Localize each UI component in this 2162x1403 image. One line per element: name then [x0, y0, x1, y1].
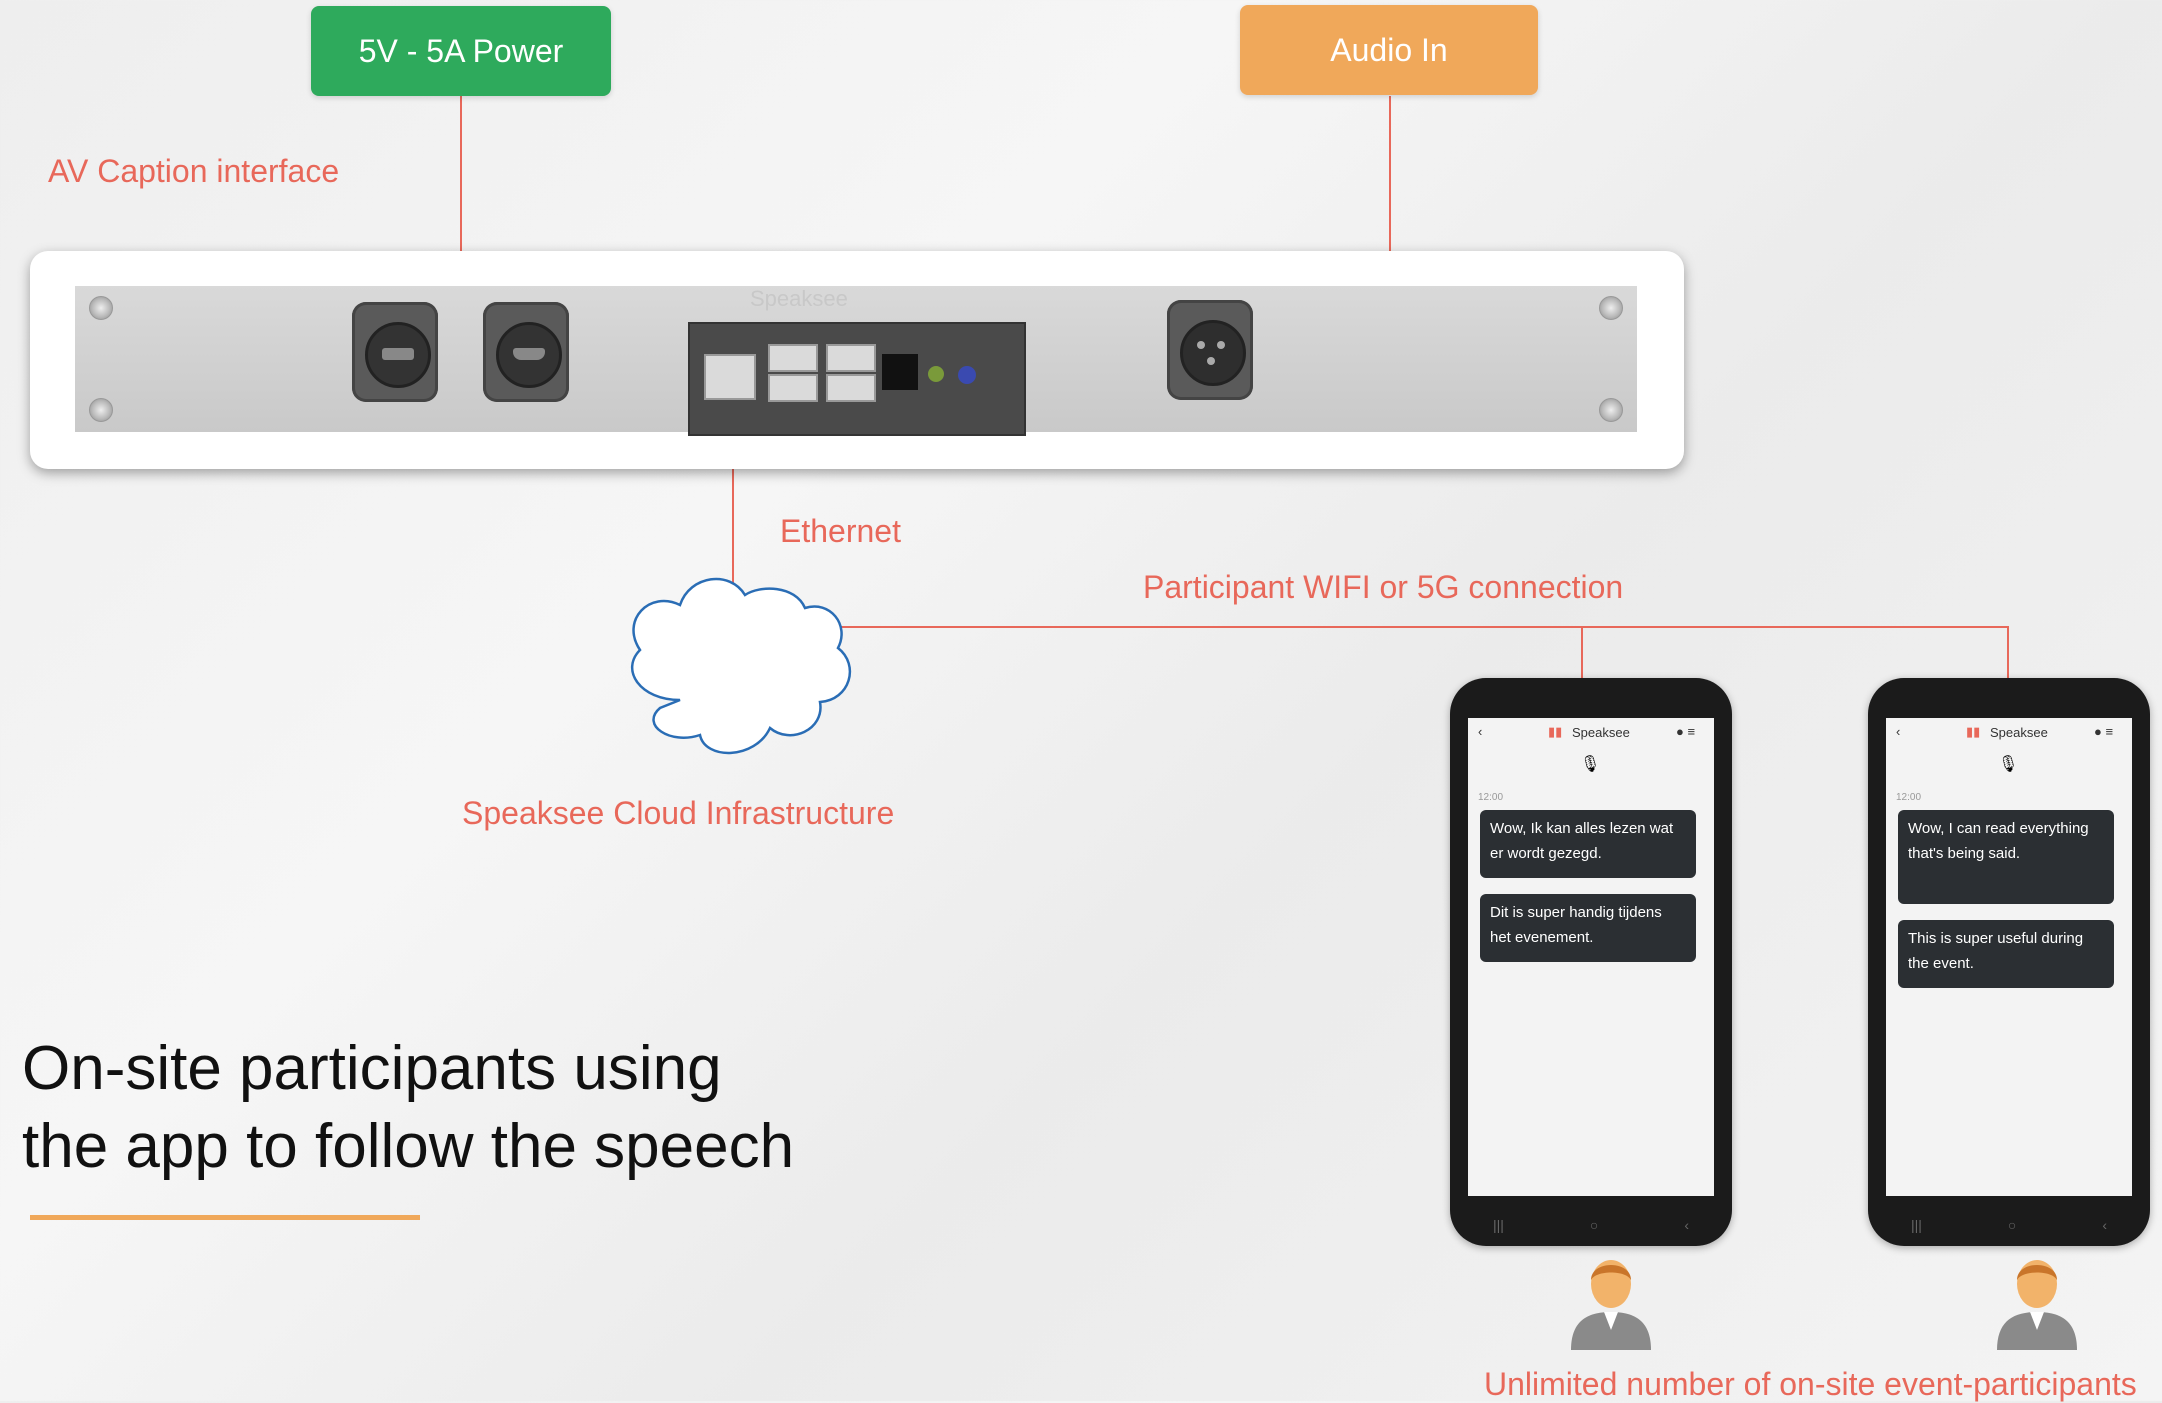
- back-icon: ‹: [1896, 724, 1901, 739]
- audio-in-label: Audio In: [1330, 31, 1448, 68]
- power-label: 5V - 5A Power: [358, 32, 564, 69]
- device-brand: Speaksee: [750, 286, 848, 311]
- computer-board: Speaksee: [688, 286, 1026, 436]
- power-box: 5V - 5A Power: [311, 6, 611, 96]
- usb-port-icon: [768, 374, 818, 402]
- microphone-icon: 🎙: [1580, 756, 1601, 773]
- wifi-label: Participant WIFI or 5G connection: [1143, 569, 1624, 605]
- caption-bubble: Wow, Ik kan alles lezen wat er wordt gez…: [1480, 810, 1696, 878]
- xlr-connector-icon: [1167, 300, 1253, 400]
- ethernet-label: Ethernet: [780, 513, 901, 549]
- app-brand: Speaksee: [1990, 725, 2048, 740]
- speaksee-logo-icon: ▮▮: [1548, 724, 1563, 739]
- led-icon: [928, 366, 944, 382]
- cloud-icon: [630, 577, 852, 755]
- caption-bubble: This is super useful during the event.: [1898, 920, 2114, 988]
- app-header: ‹ ▮▮ Speaksee ● ≡: [1468, 718, 1714, 748]
- hdmi-connector-icon: [483, 302, 569, 402]
- screw-icon: [89, 296, 113, 320]
- cloud-label: Speaksee Cloud Infrastructure: [462, 795, 895, 831]
- back-nav-icon: ‹: [1684, 1217, 1689, 1233]
- back-icon: ‹: [1478, 724, 1483, 739]
- app-brand: Speaksee: [1572, 725, 1630, 740]
- message-time: 12:00: [1896, 792, 1922, 803]
- recent-apps-icon: |||: [1910, 1217, 1922, 1233]
- person-icon: [1571, 1260, 1651, 1350]
- back-nav-icon: ‹: [2102, 1217, 2107, 1233]
- microphone-icon: 🎙: [1998, 756, 2019, 773]
- phone-dutch: ‹ ▮▮ Speaksee ● ≡ 🎙 12:00 Wow, Ik kan al…: [1450, 678, 1732, 1246]
- phone-screen: ‹ ▮▮ Speaksee ● ≡ 🎙 12:00 Wow, Ik kan al…: [1468, 718, 1714, 1196]
- message-time: 12:00: [1478, 792, 1504, 803]
- title-underline: [30, 1215, 420, 1220]
- recent-apps-icon: |||: [1492, 1217, 1504, 1233]
- usb-port-icon: [768, 344, 818, 372]
- home-icon: ○: [1589, 1217, 1599, 1233]
- speaksee-logo-icon: ▮▮: [1966, 724, 1981, 739]
- phone-nav-bar: ||| ○ ‹: [1450, 1210, 1732, 1240]
- screw-icon: [89, 398, 113, 422]
- participants-label: Unlimited number of on-site event-partic…: [1484, 1366, 2137, 1402]
- usb-port-icon: [826, 374, 876, 402]
- caption-bubble: Dit is super handig tijdens het evenemen…: [1480, 894, 1696, 962]
- usb-port-icon: [826, 344, 876, 372]
- person-icon: [1997, 1260, 2077, 1350]
- phone-english: ‹ ▮▮ Speaksee ● ≡ 🎙 12:00 Wow, I can rea…: [1868, 678, 2150, 1246]
- led-icon: [958, 366, 976, 384]
- caption-bubble: Wow, I can read everything that's being …: [1898, 810, 2114, 904]
- phone-nav-bar: ||| ○ ‹: [1868, 1210, 2150, 1240]
- page-title: On-site participants using the app to fo…: [22, 1030, 794, 1186]
- title-line-2: the app to follow the speech: [22, 1112, 795, 1181]
- audio-jack-icon: [882, 354, 918, 390]
- title-line-1: On-site participants using: [22, 1034, 722, 1103]
- connection-lines: [460, 96, 2009, 755]
- audio-in-box: Audio In: [1240, 5, 1538, 95]
- home-icon: ○: [2007, 1217, 2017, 1233]
- menu-icon: ● ≡: [2094, 724, 2114, 739]
- app-header: ‹ ▮▮ Speaksee ● ≡: [1886, 718, 2132, 748]
- menu-icon: ● ≡: [1676, 724, 1696, 739]
- screw-icon: [1599, 296, 1623, 320]
- ethernet-port-icon: [704, 354, 756, 400]
- av-caption-label: AV Caption interface: [48, 153, 340, 189]
- usb-connector-icon: [352, 302, 438, 402]
- screw-icon: [1599, 398, 1623, 422]
- phone-screen: ‹ ▮▮ Speaksee ● ≡ 🎙 12:00 Wow, I can rea…: [1886, 718, 2132, 1196]
